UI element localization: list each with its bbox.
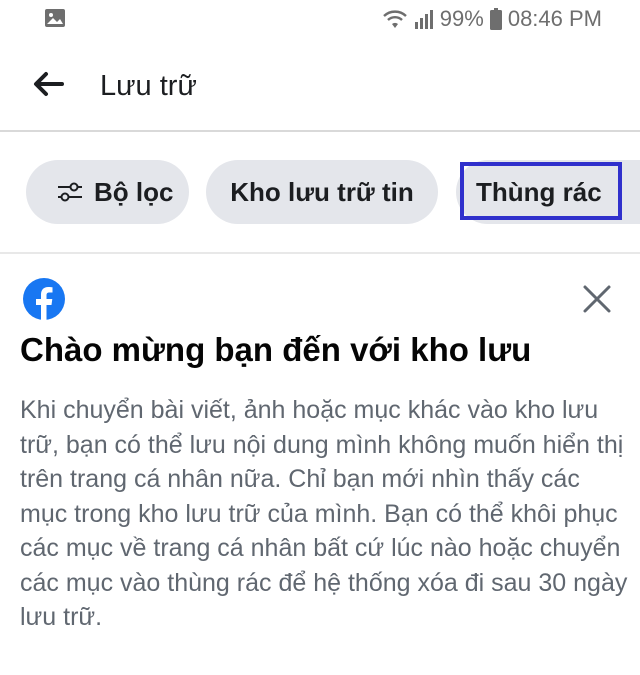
filter-button[interactable]: Bộ lọc — [26, 160, 189, 224]
facebook-icon — [22, 277, 66, 321]
trash-button[interactable]: Thùng rác — [456, 160, 640, 224]
battery-icon — [489, 8, 502, 30]
app-header: Lưu trữ — [0, 40, 640, 130]
clock: 08:46 PM — [507, 6, 602, 31]
filter-chips: Bộ lọc Kho lưu trữ tin Thùng rác — [0, 160, 640, 224]
close-button[interactable] — [578, 280, 616, 318]
signal-icon — [414, 8, 434, 30]
status-bar: 99% 08:46 PM — [0, 0, 640, 40]
story-archive-label: Kho lưu trữ tin — [230, 176, 414, 207]
battery-percent: 99% — [439, 6, 484, 31]
chips-divider — [0, 252, 640, 254]
page-title: Lưu trữ — [100, 70, 197, 102]
image-icon — [44, 8, 66, 28]
trash-highlight-box — [460, 162, 622, 220]
welcome-description: Khi chuyển bài viết, ảnh hoặc mục khác v… — [20, 396, 628, 631]
header-divider — [0, 130, 640, 132]
sliders-icon — [56, 180, 86, 204]
filter-label: Bộ lọc — [94, 176, 174, 207]
back-button[interactable] — [26, 66, 70, 106]
story-archive-button[interactable]: Kho lưu trữ tin — [206, 160, 438, 224]
welcome-title: Chào mừng bạn đến với kho lưu — [20, 331, 532, 368]
wifi-icon — [382, 8, 408, 30]
close-icon — [578, 285, 616, 322]
arrow-left-icon — [32, 71, 64, 102]
